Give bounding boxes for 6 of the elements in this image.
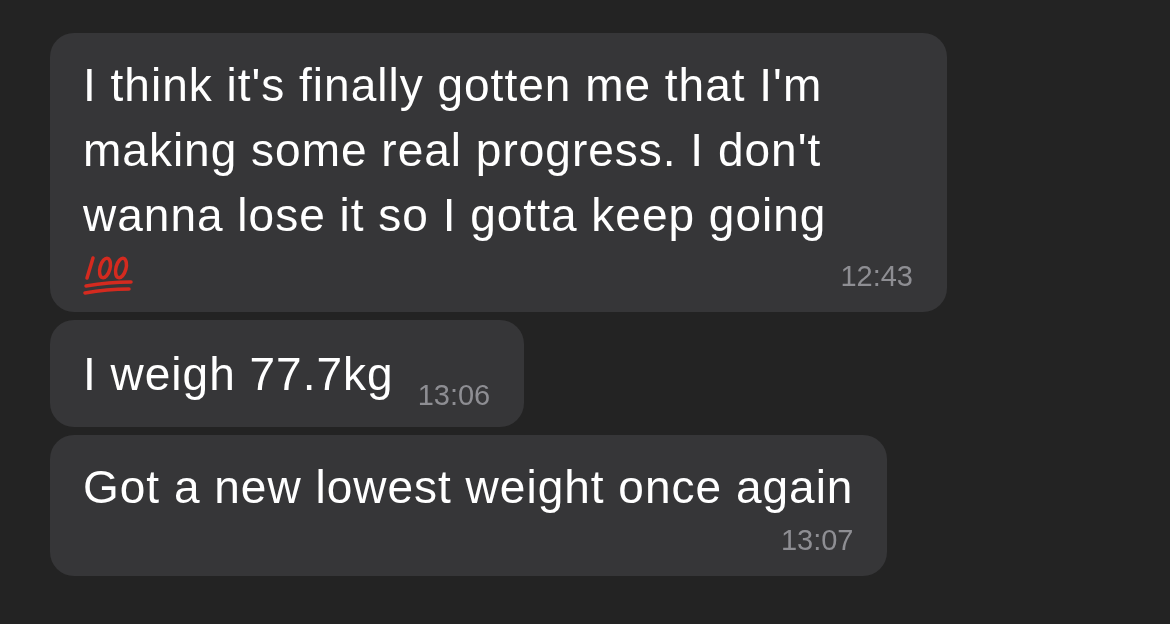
message-text: I weigh 77.7kg bbox=[83, 347, 394, 402]
message-time: 13:07 bbox=[780, 523, 854, 558]
message-text: Got a new lowest weight once again bbox=[83, 460, 854, 515]
message-time: 12:43 bbox=[840, 259, 913, 294]
message-text: I think it's finally gotten me that I'm making some real progress. I don't wanna lose it so I gotta keep going bbox=[83, 58, 828, 243]
message-time: 13:06 bbox=[417, 378, 491, 413]
